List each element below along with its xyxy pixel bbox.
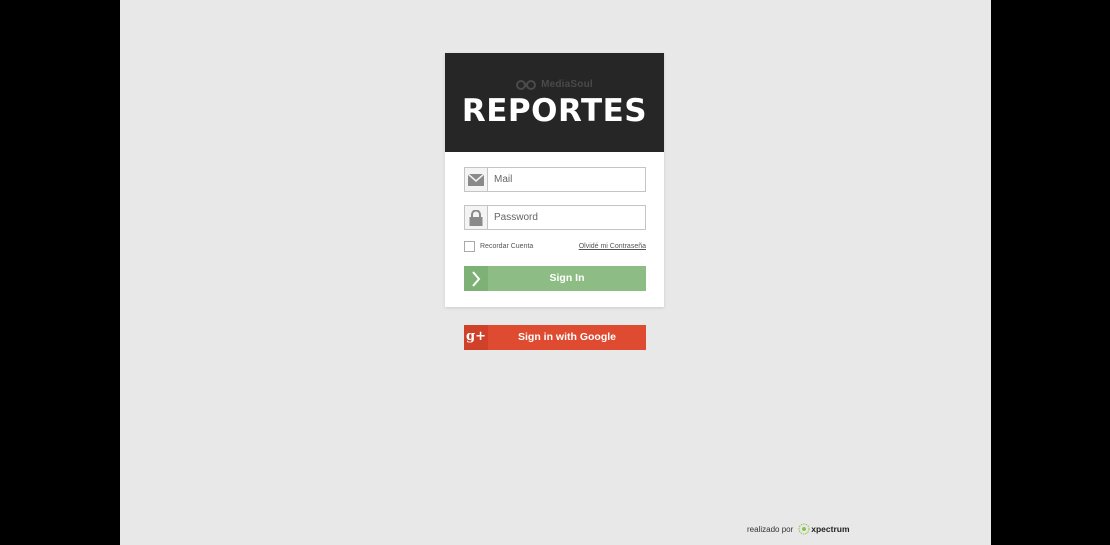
- mediasoul-logo-icon: [516, 79, 537, 90]
- card-header: MediaSoul REPORTES: [445, 53, 664, 152]
- login-card: MediaSoul REPORTES Mail Recordar Cuenta …: [445, 53, 664, 307]
- xpectrum-name: xpectrum: [811, 524, 850, 534]
- chevron-right-icon: [464, 266, 488, 291]
- page-background: MediaSoul REPORTES Mail Recordar Cuenta …: [120, 0, 991, 545]
- brand-logo: MediaSoul: [445, 79, 664, 90]
- google-plus-icon: g+: [464, 325, 488, 350]
- page-title: REPORTES: [461, 93, 648, 129]
- xpectrum-logo[interactable]: xpectrum: [797, 523, 850, 535]
- mail-input[interactable]: [489, 168, 645, 191]
- password-input[interactable]: [489, 206, 645, 229]
- remember-label[interactable]: Recordar Cuenta: [480, 243, 533, 250]
- password-field[interactable]: [464, 205, 646, 230]
- sign-in-label: Sign In: [549, 272, 585, 284]
- footer-credit: realizado por xpectrum: [747, 523, 850, 535]
- credit-prefix: realizado por: [747, 524, 794, 534]
- xpectrum-logo-icon: [798, 523, 810, 535]
- google-sign-in-button[interactable]: g+ Sign in with Google: [464, 325, 646, 350]
- mail-field[interactable]: [464, 167, 646, 192]
- envelope-icon: [465, 168, 488, 191]
- remember-checkbox[interactable]: [464, 241, 475, 252]
- brand-name: MediaSoul: [541, 79, 593, 90]
- lock-icon: [465, 206, 488, 229]
- remember-row: Recordar Cuenta: [464, 241, 533, 252]
- forgot-password-link[interactable]: Olvidé mi Contraseña: [579, 243, 646, 250]
- sign-in-button[interactable]: Sign In: [464, 266, 646, 291]
- google-sign-in-label: Sign in with Google: [518, 331, 616, 343]
